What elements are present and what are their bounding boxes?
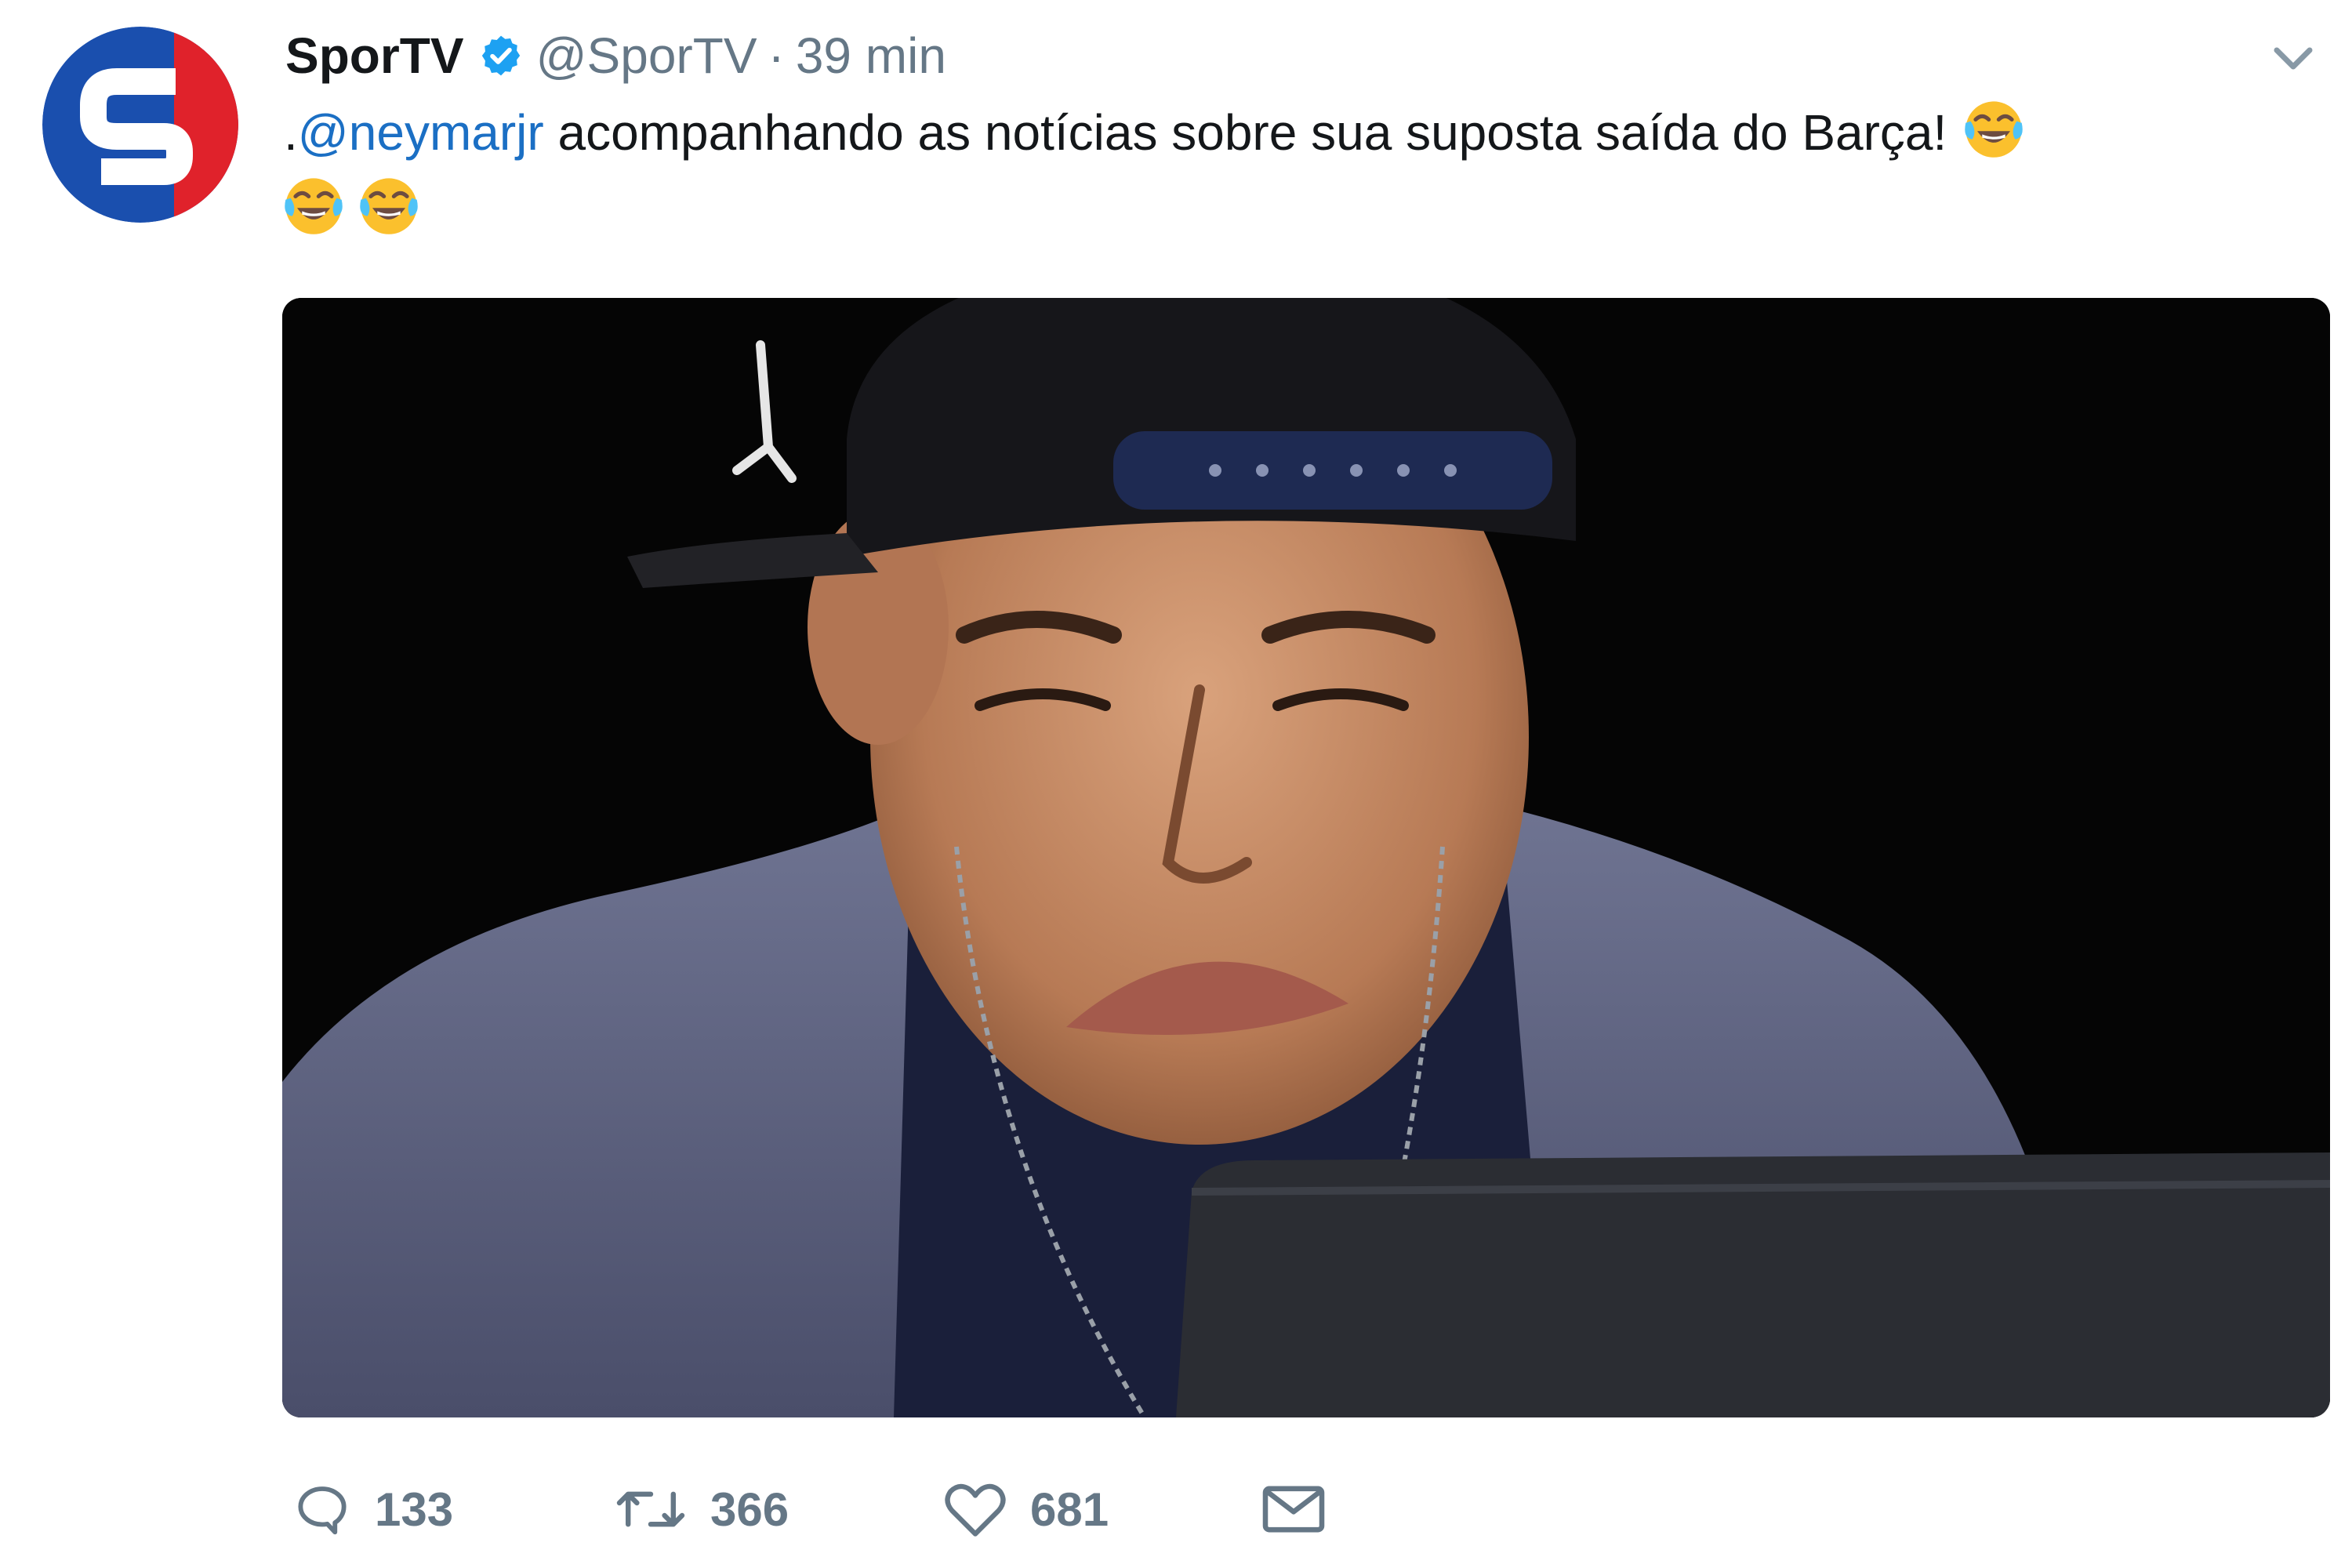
author-name[interactable]: SporTV (285, 27, 464, 85)
face-with-tears-of-joy-icon (281, 172, 347, 238)
face-with-tears-of-joy-icon (356, 172, 422, 238)
mention-link[interactable]: @neymarjr (298, 104, 544, 161)
reply-count: 133 (375, 1483, 454, 1536)
text-prefix: . (284, 104, 298, 161)
tweet-text-line-2 (281, 171, 2291, 248)
direct-message-icon (1262, 1486, 1325, 1533)
tweet-media-photo[interactable] (282, 298, 2330, 1417)
tweet-header: SporTV @SporTV · 39 min (285, 20, 946, 91)
tweet-text: .@neymarjr acompanhando as notícias sobr… (284, 94, 2291, 248)
face-with-tears-of-joy-icon (1961, 95, 2027, 161)
header-separator: · (768, 27, 785, 84)
reply-icon (298, 1486, 347, 1535)
text-body: acompanhando as notícias sobre sua supos… (543, 104, 1947, 161)
tweet-actions: 133 366 681 (292, 1470, 1327, 1548)
retweet-count: 366 (710, 1483, 789, 1536)
tweet-timestamp[interactable]: 39 min (796, 27, 946, 85)
reply-button[interactable]: 133 (292, 1479, 613, 1540)
sportv-logo (42, 27, 238, 223)
retweet-icon (616, 1491, 685, 1527)
like-icon (945, 1483, 1006, 1537)
photo-illustration (282, 298, 2330, 1417)
retweet-button[interactable]: 366 (613, 1479, 942, 1540)
direct-message-button[interactable] (1260, 1481, 1327, 1537)
avatar[interactable] (42, 27, 238, 223)
tweet-text-line-1: .@neymarjr acompanhando as notícias sobr… (284, 94, 2291, 171)
more-options-chevron-down-icon[interactable] (2266, 31, 2321, 86)
like-button[interactable]: 681 (942, 1479, 1260, 1540)
verified-badge-icon (478, 33, 524, 78)
author-handle[interactable]: @SporTV (536, 27, 757, 85)
like-count: 681 (1030, 1483, 1109, 1536)
